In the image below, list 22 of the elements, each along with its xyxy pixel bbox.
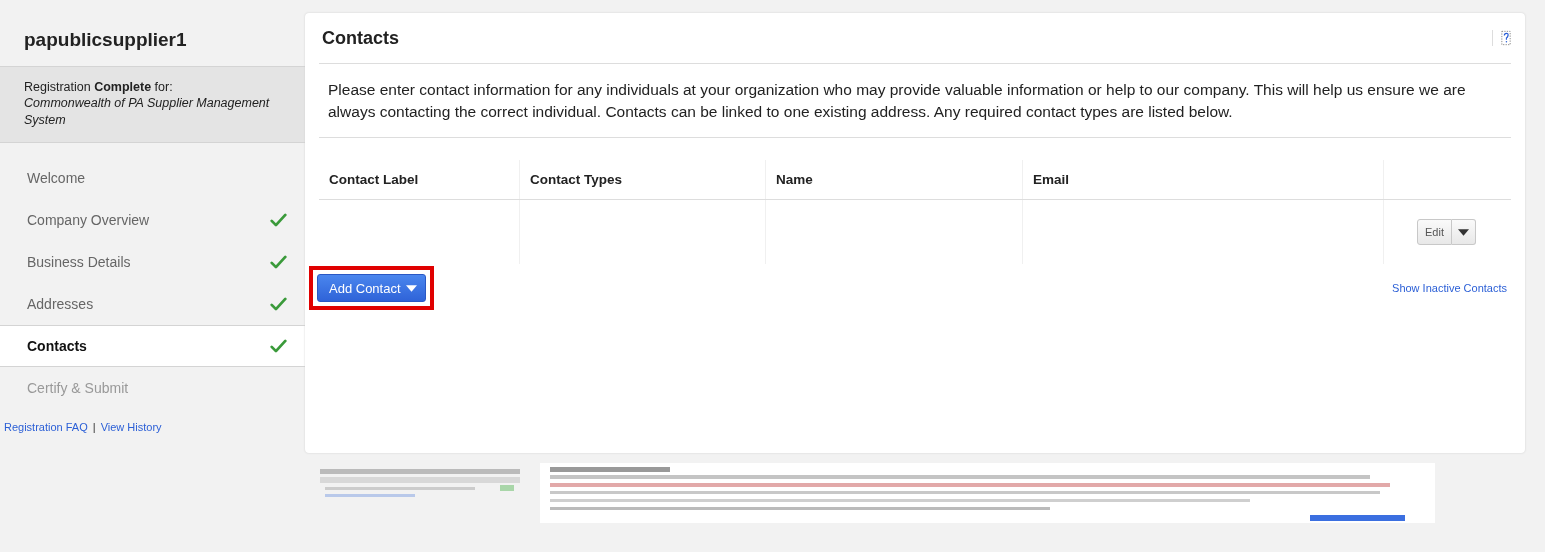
caret-icon [1458,228,1469,236]
add-contact-button[interactable]: Add Contact [317,274,426,302]
step-item[interactable]: Contacts [0,324,305,367]
section-title: Contacts [321,27,399,49]
column-header: Name [765,160,1023,200]
caret-icon [405,284,417,292]
column-header: Email [1022,160,1384,200]
edit-button[interactable]: Edit [1417,219,1452,245]
organization-name: Commonwealth of PA Supplier Management System [24,95,271,128]
view-history-link[interactable]: View History [100,420,162,433]
step-item[interactable]: Addresses [0,282,305,325]
registration-faq-link[interactable]: Registration FAQ [4,420,88,433]
link-separator: | [92,420,96,433]
column-header: Contact Label [319,160,520,200]
column-header: Contact Types [519,160,766,200]
step-item[interactable]: Welcome [0,156,305,199]
dropdown-button[interactable] [1452,219,1476,245]
step-item[interactable]: Business Details [0,240,305,283]
description: Please enter contact information for any individuals at your organization who may provide valuable information or help to our company. This will help us ensure we are always contacting the correct individual. Contacts can be linked to one existing address. Any required contact types are listed below. [319,64,1511,138]
help-icon[interactable] [1492,30,1511,46]
registration-status: Registration Complete for: [24,79,174,96]
step-item[interactable]: Company Overview [0,198,305,241]
